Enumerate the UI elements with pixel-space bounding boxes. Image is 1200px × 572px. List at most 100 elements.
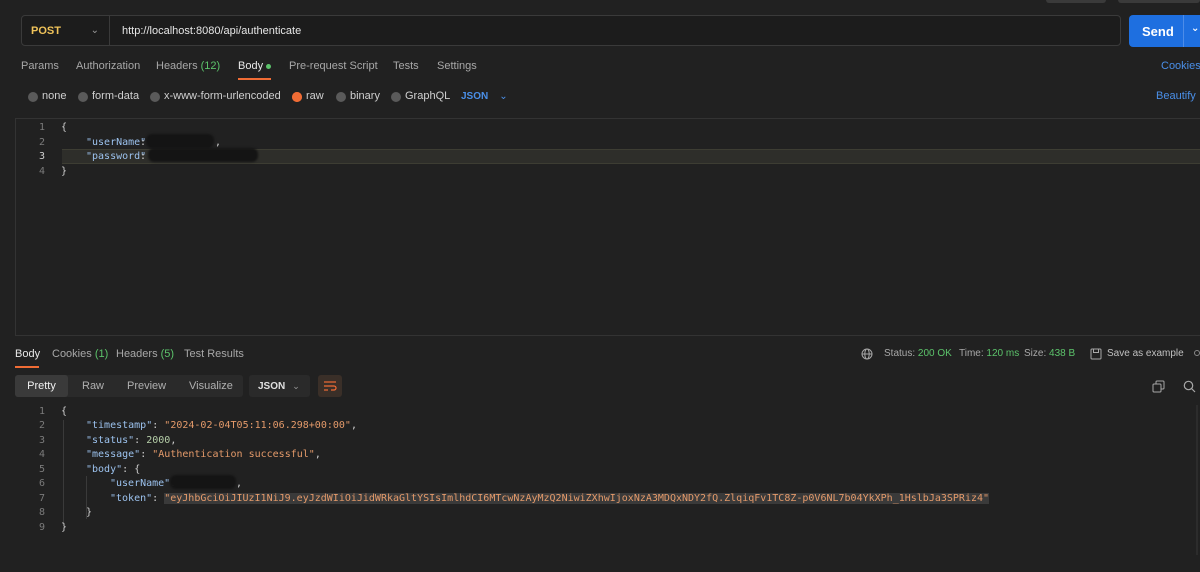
more-options-icon[interactable] bbox=[1194, 350, 1200, 356]
radio-graphql-label[interactable]: GraphQL bbox=[405, 90, 450, 102]
radio-binary[interactable] bbox=[336, 92, 346, 102]
radio-form-data[interactable] bbox=[78, 92, 88, 102]
request-url-bar: POST ⌄ http://localhost:8080/api/authent… bbox=[21, 15, 1121, 46]
code-close-brace: } bbox=[86, 507, 93, 518]
time-readout: Time: 120 ms bbox=[959, 348, 1019, 359]
code-line-message: "message": "Authentication successful", bbox=[86, 449, 321, 460]
tab-headers[interactable]: Headers (12) bbox=[156, 60, 220, 76]
line-number: 9 bbox=[38, 522, 45, 533]
tab-params[interactable]: Params bbox=[21, 60, 59, 76]
code-colon: : bbox=[134, 435, 141, 446]
response-tab-test-results[interactable]: Test Results bbox=[184, 348, 244, 360]
top-toolbar-button[interactable] bbox=[1046, 0, 1106, 3]
response-tab-headers-count: (5) bbox=[160, 348, 175, 360]
view-mode-raw[interactable]: Raw bbox=[82, 375, 104, 397]
tab-settings[interactable]: Settings bbox=[437, 60, 477, 76]
token-key: "token" bbox=[110, 493, 153, 504]
radio-form-data-label[interactable]: form-data bbox=[92, 90, 139, 102]
radio-urlencoded-label[interactable]: x-www-form-urlencoded bbox=[164, 90, 281, 102]
wrap-lines-button[interactable] bbox=[318, 375, 342, 397]
view-mode-preview[interactable]: Preview bbox=[127, 375, 166, 397]
status-value[interactable]: 200 OK bbox=[918, 348, 952, 359]
cookies-link[interactable]: Cookies bbox=[1161, 60, 1200, 72]
url-input[interactable]: http://localhost:8080/api/authenticate bbox=[122, 16, 301, 45]
code-comma: , bbox=[314, 449, 321, 460]
response-tab-cookies[interactable]: Cookies (1) bbox=[52, 348, 108, 360]
status-readout: Status: 200 OK bbox=[884, 348, 952, 359]
radio-none-label[interactable]: none bbox=[42, 90, 66, 102]
tab-settings-label: Settings bbox=[437, 60, 477, 72]
response-tab-cookies-label: Cookies bbox=[52, 348, 92, 360]
time-label: Time: bbox=[959, 348, 984, 359]
copy-icon[interactable] bbox=[1152, 380, 1165, 393]
globe-icon[interactable] bbox=[861, 348, 873, 360]
redacted-value bbox=[148, 148, 258, 162]
code-line-body: "body": { bbox=[86, 464, 140, 475]
indent-guide bbox=[63, 420, 64, 524]
chevron-down-icon[interactable]: ⌄ bbox=[1191, 23, 1199, 34]
tab-pre-request-script[interactable]: Pre-request Script bbox=[289, 60, 378, 76]
line-number: 2 bbox=[38, 137, 45, 148]
radio-graphql[interactable] bbox=[391, 92, 401, 102]
send-button[interactable]: Send ⌄ bbox=[1129, 15, 1200, 47]
status-key: "status" bbox=[86, 435, 135, 446]
radio-urlencoded[interactable] bbox=[150, 92, 160, 102]
time-value[interactable]: 120 ms bbox=[986, 348, 1019, 359]
size-value[interactable]: 438 B bbox=[1049, 348, 1075, 359]
redacted-value bbox=[146, 134, 214, 148]
radio-binary-label[interactable]: binary bbox=[350, 90, 380, 102]
save-icon[interactable] bbox=[1090, 348, 1102, 360]
code-comma: , bbox=[350, 420, 357, 431]
radio-raw[interactable] bbox=[292, 92, 302, 102]
line-number: 2 bbox=[38, 420, 45, 431]
redacted-value bbox=[170, 475, 236, 489]
line-number: 4 bbox=[38, 449, 45, 460]
status-label: Status: bbox=[884, 348, 916, 359]
code-username-key: "userName" bbox=[86, 137, 147, 148]
response-tab-headers-label: Headers bbox=[116, 348, 158, 360]
response-scrollbar[interactable] bbox=[1196, 405, 1198, 555]
code-open-brace: { bbox=[61, 406, 68, 417]
line-number: 5 bbox=[38, 464, 45, 475]
response-username-key: "userName" bbox=[110, 478, 171, 489]
tab-body[interactable]: Body bbox=[238, 60, 272, 76]
tab-body-label: Body bbox=[238, 60, 264, 72]
code-line-timestamp: "timestamp": "2024-02-04T05:11:06.298+00… bbox=[86, 420, 357, 431]
response-tab-body[interactable]: Body bbox=[15, 348, 40, 360]
line-number: 6 bbox=[38, 478, 45, 489]
body-indicator-dot bbox=[266, 63, 272, 69]
code-line-username: "userName": bbox=[110, 478, 176, 489]
view-mode-visualize[interactable]: Visualize bbox=[189, 375, 233, 397]
view-mode-pretty[interactable]: Pretty bbox=[15, 375, 68, 397]
radio-raw-label[interactable]: raw bbox=[306, 90, 324, 102]
token-value[interactable]: "eyJhbGciOiJIUzI1NiJ9.eyJzdWIiOiJidWRkaG… bbox=[164, 493, 990, 504]
body-format-select[interactable]: JSON ⌄ bbox=[461, 90, 508, 102]
code-close-brace: } bbox=[61, 166, 68, 177]
tab-tests-label: Tests bbox=[393, 60, 419, 72]
top-toolbar-button-2[interactable] bbox=[1118, 0, 1200, 3]
method-label: POST bbox=[31, 24, 61, 37]
tab-authorization[interactable]: Authorization bbox=[76, 60, 140, 76]
code-line-token: "token": "eyJhbGciOiJIUzI1NiJ9.eyJzdWIiO… bbox=[110, 493, 990, 504]
line-number: 8 bbox=[38, 507, 45, 518]
code-colon: : bbox=[140, 151, 147, 162]
response-tab-cookies-count: (1) bbox=[94, 348, 109, 360]
response-tab-headers[interactable]: Headers (5) bbox=[116, 348, 174, 360]
radio-none[interactable] bbox=[28, 92, 38, 102]
tab-tests[interactable]: Tests bbox=[393, 60, 419, 76]
search-icon[interactable] bbox=[1183, 380, 1196, 393]
tab-headers-count: (12) bbox=[200, 60, 221, 72]
code-colon: : bbox=[140, 449, 147, 460]
response-format-select[interactable]: JSON ⌄ bbox=[249, 375, 310, 397]
body-format-label: JSON bbox=[461, 91, 489, 102]
line-number: 4 bbox=[38, 166, 45, 177]
body-key: "body" bbox=[86, 464, 123, 475]
beautify-link[interactable]: Beautify bbox=[1156, 90, 1196, 102]
message-value: "Authentication successful" bbox=[152, 449, 315, 460]
line-number: 1 bbox=[38, 406, 45, 417]
method-select[interactable]: POST ⌄ bbox=[22, 16, 110, 45]
save-as-example-button[interactable]: Save as example bbox=[1107, 348, 1184, 359]
size-label: Size: bbox=[1024, 348, 1047, 359]
code-line-status: "status": 2000, bbox=[86, 435, 176, 446]
size-readout: Size: 438 B bbox=[1024, 348, 1075, 359]
